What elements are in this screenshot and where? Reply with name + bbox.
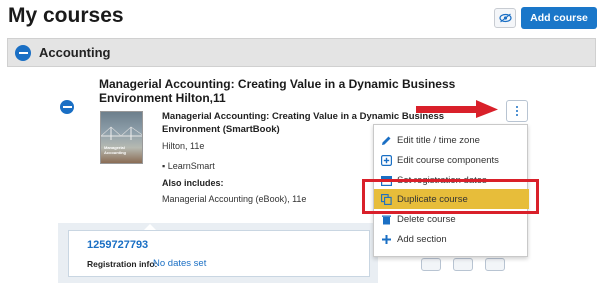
author-edition: Hilton, 11e <box>162 141 205 151</box>
menu-item-label: Add section <box>397 233 447 245</box>
menu-item-edit-title[interactable]: Edit title / time zone <box>374 130 529 150</box>
section-action-button-2[interactable] <box>453 258 473 271</box>
kebab-dot <box>515 105 519 109</box>
also-includes-label: Also includes: <box>162 178 224 188</box>
menu-item-add-section[interactable]: Add section <box>374 229 529 249</box>
menu-item-label: Edit title / time zone <box>397 134 480 146</box>
page-title: My courses <box>8 4 124 27</box>
section-action-button-3[interactable] <box>485 258 505 271</box>
pencil-icon <box>380 134 392 146</box>
eye-icon <box>498 13 512 23</box>
section-number-link[interactable]: 1259727793 <box>87 239 148 251</box>
learnsmart-item: ▪ LearnSmart <box>162 161 215 171</box>
menu-item-label: Edit course components <box>397 154 499 166</box>
book-cover-image: Managerial Accounting <box>100 111 143 164</box>
section-action-button-1[interactable] <box>421 258 441 271</box>
ebook-item: Managerial Accounting (eBook), 11e <box>162 194 307 204</box>
plus-icon <box>380 233 392 245</box>
annotation-highlight-box <box>362 179 539 214</box>
annotation-arrow-icon <box>416 100 498 118</box>
course-group-label: Accounting <box>39 45 111 60</box>
learnsmart-label: LearnSmart <box>167 161 215 171</box>
kebab-dot <box>515 109 519 113</box>
registration-label: Registration info: <box>87 259 158 269</box>
registration-value-link[interactable]: No dates set <box>153 258 206 269</box>
course-group-header[interactable]: Accounting <box>7 38 596 67</box>
trash-icon <box>380 213 392 225</box>
bridge-graphic <box>101 126 142 140</box>
menu-item-label: Delete course <box>397 213 456 225</box>
book-cover-title: Managerial Accounting <box>104 145 126 155</box>
collapse-course-icon[interactable] <box>60 100 74 114</box>
add-course-button[interactable]: Add course <box>521 7 597 29</box>
section-card <box>68 230 370 277</box>
view-toggle-button[interactable] <box>494 8 516 28</box>
menu-item-edit-components[interactable]: Edit course components <box>374 150 529 170</box>
course-options-button[interactable] <box>506 100 528 122</box>
kebab-dot <box>515 113 519 117</box>
collapse-icon[interactable] <box>15 45 31 61</box>
plus-box-icon <box>380 154 392 166</box>
